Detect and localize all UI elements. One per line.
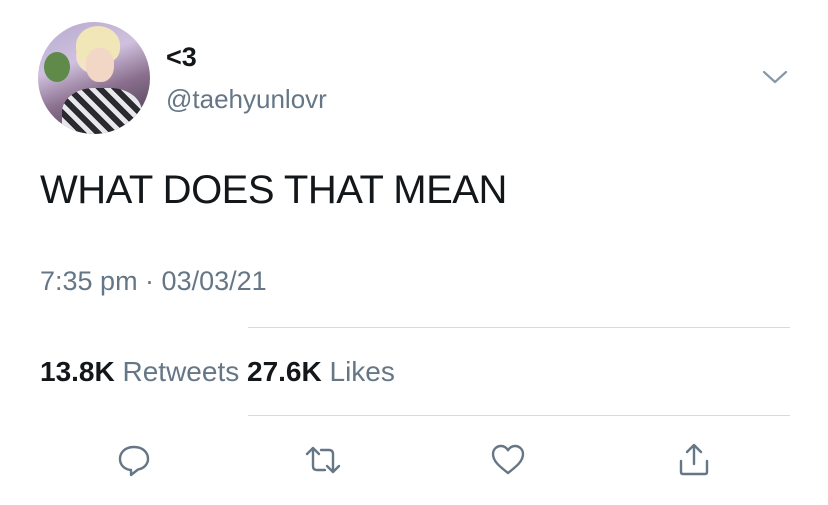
reply-icon [118,445,150,477]
tweet-text: WHAT DOES THAT MEAN [40,168,507,212]
like-button[interactable] [486,438,530,482]
retweet-button[interactable] [301,438,345,482]
likes-count: 27.6K [247,356,322,387]
avatar-shirt [62,88,142,134]
divider [248,415,790,416]
share-button[interactable] [672,438,716,482]
reply-button[interactable] [112,438,156,482]
retweets-count: 13.8K [40,356,115,387]
user-handle[interactable]: @taehyunlovr [166,84,327,115]
divider [248,327,790,328]
share-icon [679,443,709,476]
likes-label: Likes [329,356,395,387]
avatar[interactable] [38,22,150,134]
retweet-stat[interactable]: 13.8K Retweets [40,356,247,387]
retweets-label: Retweets [122,356,240,387]
like-stat[interactable]: 27.6K Likes [247,356,395,387]
tweet-stats: 13.8K Retweets 27.6K Likes [40,356,395,388]
avatar-face [86,48,114,82]
tweet-timestamp: 7:35 pm · 03/03/21 [40,266,267,296]
heart-icon [491,444,525,475]
chevron-down-icon[interactable] [760,66,790,88]
retweet-icon [305,446,341,474]
display-name[interactable]: <3 [166,42,197,73]
avatar-plant [44,52,70,82]
